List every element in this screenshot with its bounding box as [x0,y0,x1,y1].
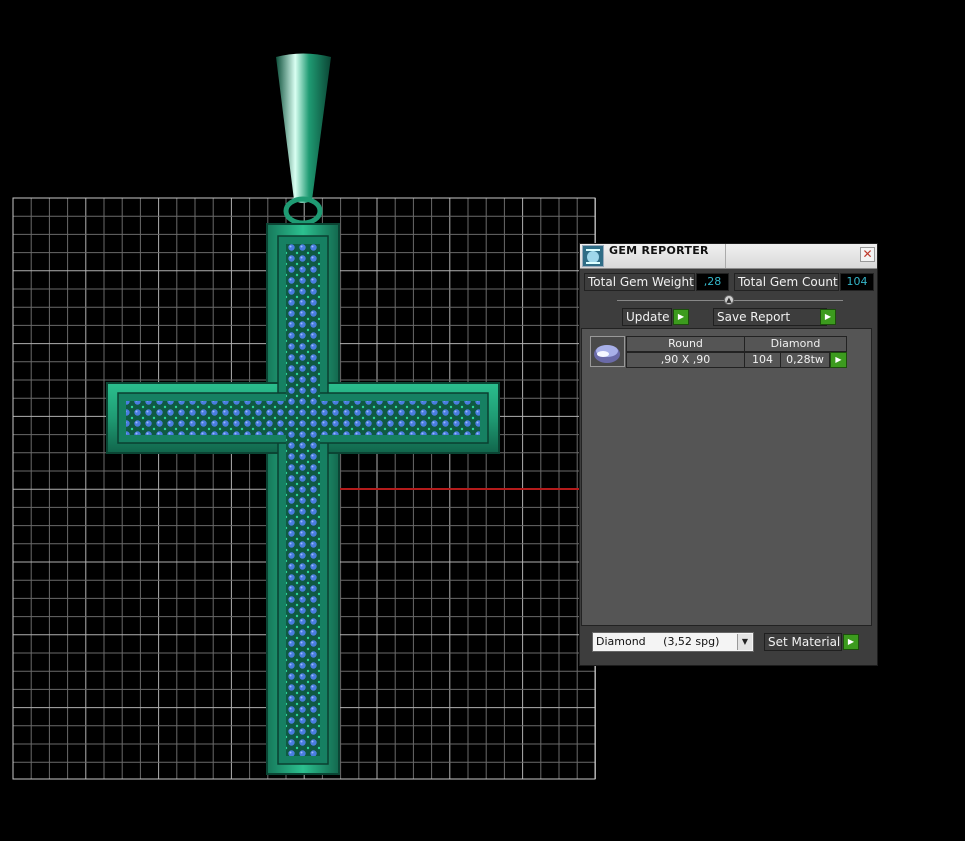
gem-type-header: Diamond [744,336,847,352]
gem-channel-vertical [286,244,320,756]
gem-channel-horizontal [126,401,480,435]
gem-count: 104 [744,352,781,368]
material-select[interactable]: Diamond (3,52 spg) ▼ [592,632,754,652]
pendant-bail [276,53,331,203]
close-icon[interactable]: ✕ [860,247,875,262]
gem-list[interactable]: Round Diamond ,90 X ,90 104 0,28tw ▶ [581,328,872,626]
gem-reporter-panel: GEM REPORTER ✕ Total Gem Weight ,28 Tota… [579,243,878,666]
play-arrow-icon[interactable]: ▶ [830,352,847,368]
total-gem-weight-value: ,28 [696,273,729,291]
play-arrow-icon[interactable]: ▶ [673,309,689,325]
play-arrow-icon[interactable]: ▶ [843,634,859,650]
update-button[interactable]: Update [622,308,672,326]
set-material-button[interactable]: Set Material [764,633,842,651]
total-gem-count-label: Total Gem Count [734,273,839,291]
gem-size: ,90 X ,90 [626,352,745,368]
round-gem-icon [590,336,625,367]
gem-reporter-icon [582,245,604,267]
play-arrow-icon[interactable]: ▶ [820,309,836,325]
gem-weight: 0,28tw [780,352,830,368]
total-gem-count-value: 104 [840,273,874,291]
collapse-knob[interactable]: ▲ [724,295,734,305]
panel-title: GEM REPORTER [609,244,709,257]
panel-titlebar[interactable]: GEM REPORTER ✕ [580,244,877,269]
chevron-down-icon[interactable]: ▼ [737,634,752,650]
total-gem-weight-label: Total Gem Weight [584,273,695,291]
material-select-value: Diamond (3,52 spg) [596,635,720,648]
save-report-button[interactable]: Save Report [713,308,827,326]
cross-pendant-model[interactable] [106,53,500,775]
gem-shape-header: Round [626,336,745,352]
